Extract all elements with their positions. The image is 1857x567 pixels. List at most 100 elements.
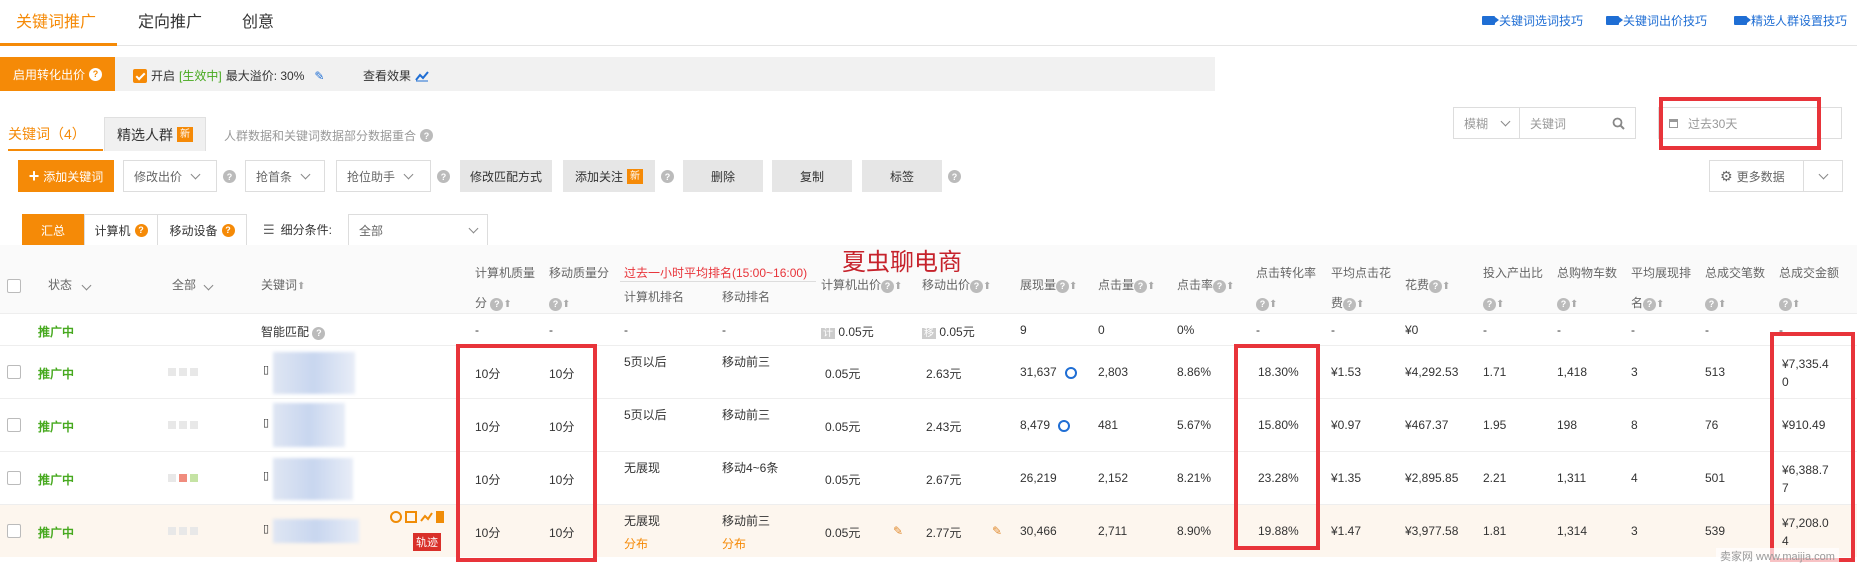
col-avg-cpc[interactable]: 平均点击花费? ⬆: [1331, 258, 1391, 320]
col-avg-rank[interactable]: 平均展现排名? ⬆: [1631, 258, 1691, 320]
help-icon[interactable]: ?: [1256, 297, 1269, 311]
sort-icon[interactable]: ⬆: [1226, 281, 1234, 292]
sort-icon[interactable]: ⬆: [1269, 299, 1277, 310]
sort-icon[interactable]: ⬆: [983, 281, 991, 292]
modify-match-button[interactable]: 修改匹配方式: [460, 160, 552, 192]
keyword-search-input[interactable]: 关键词: [1519, 107, 1636, 139]
col-keyword[interactable]: 关键词⬆: [261, 270, 305, 302]
col-ctr[interactable]: 点击率? ⬆: [1177, 270, 1234, 302]
sort-icon[interactable]: ⬆: [503, 299, 511, 310]
row-checkbox[interactable]: [7, 365, 21, 379]
more-icon[interactable]: [436, 511, 444, 523]
col-mobile-quality[interactable]: 移动质量分? ⬆: [549, 258, 609, 320]
tab-targeted-promotion[interactable]: 定向推广: [138, 8, 202, 32]
sort-icon[interactable]: ⬆: [1356, 299, 1364, 310]
track-badge[interactable]: 轨迹: [413, 533, 441, 551]
col-roi[interactable]: 投入产出比? ⬆: [1483, 258, 1543, 320]
sub-condition-select[interactable]: 全部: [348, 214, 488, 246]
row-checkbox[interactable]: [7, 471, 21, 485]
tab-selected-crowd[interactable]: 精选人群新: [104, 117, 206, 151]
row-checkbox[interactable]: [7, 418, 21, 432]
help-icon[interactable]: ?: [1483, 297, 1496, 311]
col-cvr[interactable]: 点击转化率? ⬆: [1256, 258, 1316, 320]
help-icon[interactable]: ?: [549, 297, 562, 311]
distribution-link[interactable]: 分布: [624, 535, 648, 552]
copy-icon[interactable]: [405, 511, 417, 523]
add-follow-button[interactable]: 添加关注新: [563, 160, 655, 192]
enable-conversion-bid-button[interactable]: 启用转化出价?: [0, 57, 115, 91]
grab-top-dropdown[interactable]: 抢首条: [245, 160, 325, 192]
col-carts[interactable]: 总购物车数? ⬆: [1557, 258, 1617, 320]
distribution-link[interactable]: 分布: [722, 535, 746, 552]
modify-bid-dropdown[interactable]: 修改出价: [123, 160, 217, 192]
sort-icon[interactable]: ⬆: [1656, 299, 1664, 310]
edit-pc-bid-icon[interactable]: ✎: [893, 524, 903, 538]
tip-keyword-bidding[interactable]: 关键词出价技巧: [1606, 12, 1707, 29]
row-checkbox[interactable]: [7, 524, 21, 538]
sort-icon[interactable]: ⬆: [1147, 281, 1155, 292]
copy-button[interactable]: 复制: [772, 160, 852, 192]
segment-mobile[interactable]: 移动设备?: [157, 214, 247, 246]
help-icon[interactable]: ?: [437, 170, 450, 183]
help-icon[interactable]: ?: [312, 326, 326, 340]
sort-icon[interactable]: ⬆: [894, 281, 902, 292]
search-icon[interactable]: [1612, 117, 1625, 130]
help-icon[interactable]: ?: [223, 170, 236, 183]
position-helper-dropdown[interactable]: 抢位助手: [336, 160, 431, 192]
help-icon[interactable]: ?: [420, 129, 434, 142]
sort-icon[interactable]: ⬆: [562, 299, 570, 310]
help-icon[interactable]: ?: [1429, 279, 1443, 293]
tab-keyword-promotion[interactable]: 关键词推广: [16, 8, 96, 32]
help-icon[interactable]: ?: [881, 279, 895, 293]
help-icon[interactable]: ?: [970, 279, 984, 293]
view-effect-link[interactable]: 查看效果: [363, 67, 429, 84]
tip-crowd-settings[interactable]: 精选人群设置技巧: [1734, 12, 1847, 29]
tag-button[interactable]: 标签: [862, 160, 942, 192]
help-icon[interactable]: ?: [1705, 297, 1718, 311]
edit-mobile-bid-icon[interactable]: ✎: [992, 524, 1002, 538]
segment-summary[interactable]: 汇总: [22, 214, 84, 246]
sort-icon[interactable]: ⬆: [297, 281, 305, 292]
help-icon[interactable]: ?: [1343, 297, 1357, 311]
col-status[interactable]: 状态: [48, 270, 92, 300]
sort-icon[interactable]: ⬆: [1792, 299, 1800, 310]
more-data-button[interactable]: ⚙ 更多数据: [1709, 160, 1805, 192]
segment-computer[interactable]: 计算机?: [84, 214, 158, 246]
info-icon[interactable]: [1064, 366, 1077, 379]
col-gmv[interactable]: 总成交金额? ⬆: [1779, 258, 1839, 320]
sort-icon[interactable]: ⬆: [1570, 299, 1578, 310]
col-impressions[interactable]: 展现量? ⬆: [1020, 270, 1077, 302]
help-icon[interactable]: ?: [1779, 297, 1792, 311]
col-all[interactable]: 全部: [172, 270, 214, 300]
help-icon[interactable]: ?: [948, 170, 961, 183]
sort-icon[interactable]: ⬆: [1718, 299, 1726, 310]
col-clicks[interactable]: 点击量? ⬆: [1098, 270, 1155, 302]
help-icon[interactable]: ?: [134, 223, 148, 237]
tab-creative[interactable]: 创意: [242, 8, 274, 32]
add-keyword-button[interactable]: + 添加关键词: [18, 160, 114, 192]
help-icon[interactable]: ?: [661, 170, 674, 183]
col-orders[interactable]: 总成交笔数? ⬆: [1705, 258, 1765, 320]
help-icon[interactable]: ?: [1557, 297, 1570, 311]
col-cost[interactable]: 花费? ⬆: [1405, 270, 1450, 302]
col-pc-quality[interactable]: 计算机质量分 ? ⬆: [475, 258, 535, 320]
help-icon[interactable]: ?: [1056, 279, 1070, 293]
target-icon[interactable]: [390, 511, 402, 523]
help-icon[interactable]: ?: [1643, 297, 1657, 311]
edit-icon[interactable]: ✎: [314, 69, 324, 83]
tip-keyword-selection[interactable]: 关键词选词技巧: [1482, 12, 1583, 29]
info-icon[interactable]: [1058, 419, 1071, 432]
sort-icon[interactable]: ⬆: [1442, 281, 1450, 292]
enable-checkbox[interactable]: [133, 68, 147, 83]
help-icon[interactable]: ?: [1134, 279, 1148, 293]
help-icon[interactable]: ?: [89, 67, 102, 81]
help-icon[interactable]: ?: [490, 297, 504, 311]
help-icon[interactable]: ?: [221, 223, 235, 237]
delete-button[interactable]: 删除: [683, 160, 763, 192]
match-mode-select[interactable]: 模糊: [1453, 107, 1520, 139]
sort-icon[interactable]: ⬆: [1069, 281, 1077, 292]
tab-keywords[interactable]: 关键词 （4）: [8, 117, 86, 151]
expand-button[interactable]: [1803, 160, 1843, 192]
select-all-checkbox[interactable]: [7, 279, 21, 293]
help-icon[interactable]: ?: [1213, 279, 1227, 293]
